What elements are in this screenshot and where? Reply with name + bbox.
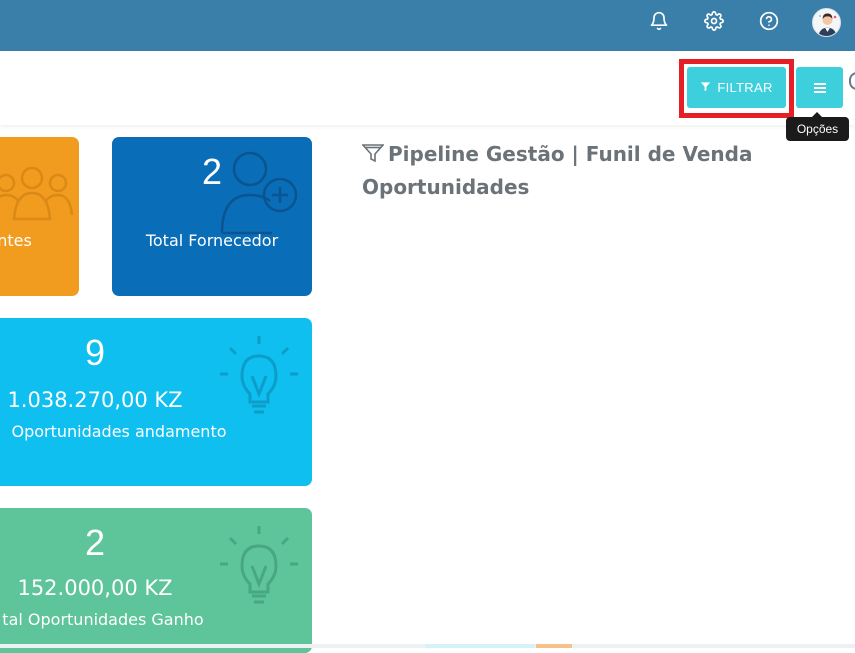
options-tooltip-label: Opções	[796, 122, 839, 136]
suppliers-card[interactable]: 2 Total Fornecedor	[112, 137, 312, 296]
opportunities-won-label: tal Oportunidades Ganho	[2, 610, 204, 629]
bottom-strip	[0, 644, 855, 648]
users-icon	[0, 166, 74, 221]
options-tooltip: Opções	[786, 112, 849, 141]
suppliers-card-value: 2	[201, 151, 223, 192]
opportunities-progress-amount: 1.038.270,00 KZ	[7, 388, 183, 412]
pipeline-title-text: Pipeline Gestão | Funil de Venda Oportun…	[362, 142, 753, 199]
opportunities-progress-card[interactable]: 9 1.038.270,00 KZ Oportunidades andament…	[0, 318, 312, 486]
opportunities-progress-label: Oportunidades andamento	[11, 422, 227, 441]
bell-icon[interactable]	[646, 8, 672, 34]
clients-card[interactable]: ntes	[0, 137, 79, 296]
help-icon[interactable]	[756, 8, 782, 34]
clients-card-label: ntes	[0, 231, 32, 250]
filter-button-label: FILTRAR	[717, 80, 773, 95]
filter-button[interactable]: FILTRAR	[687, 67, 786, 108]
options-menu-button[interactable]	[796, 67, 843, 108]
hamburger-icon	[813, 78, 826, 97]
lightbulb-icon	[220, 336, 298, 414]
funnel-icon	[361, 141, 385, 172]
user-avatar[interactable]	[812, 8, 841, 37]
suppliers-card-label: Total Fornecedor	[145, 231, 279, 250]
opportunities-won-card[interactable]: 2 152.000,00 KZ tal Oportunidades Ganho	[0, 508, 312, 653]
gear-icon[interactable]	[701, 8, 727, 34]
lightbulb-icon	[220, 526, 298, 604]
opportunities-progress-value: 9	[84, 332, 106, 373]
top-navbar	[0, 0, 855, 51]
filter-icon	[700, 80, 711, 95]
opportunities-won-amount: 152.000,00 KZ	[17, 576, 173, 600]
opportunities-won-value: 2	[84, 522, 106, 563]
pipeline-title: Pipeline Gestão | Funil de Venda Oportun…	[361, 139, 782, 203]
